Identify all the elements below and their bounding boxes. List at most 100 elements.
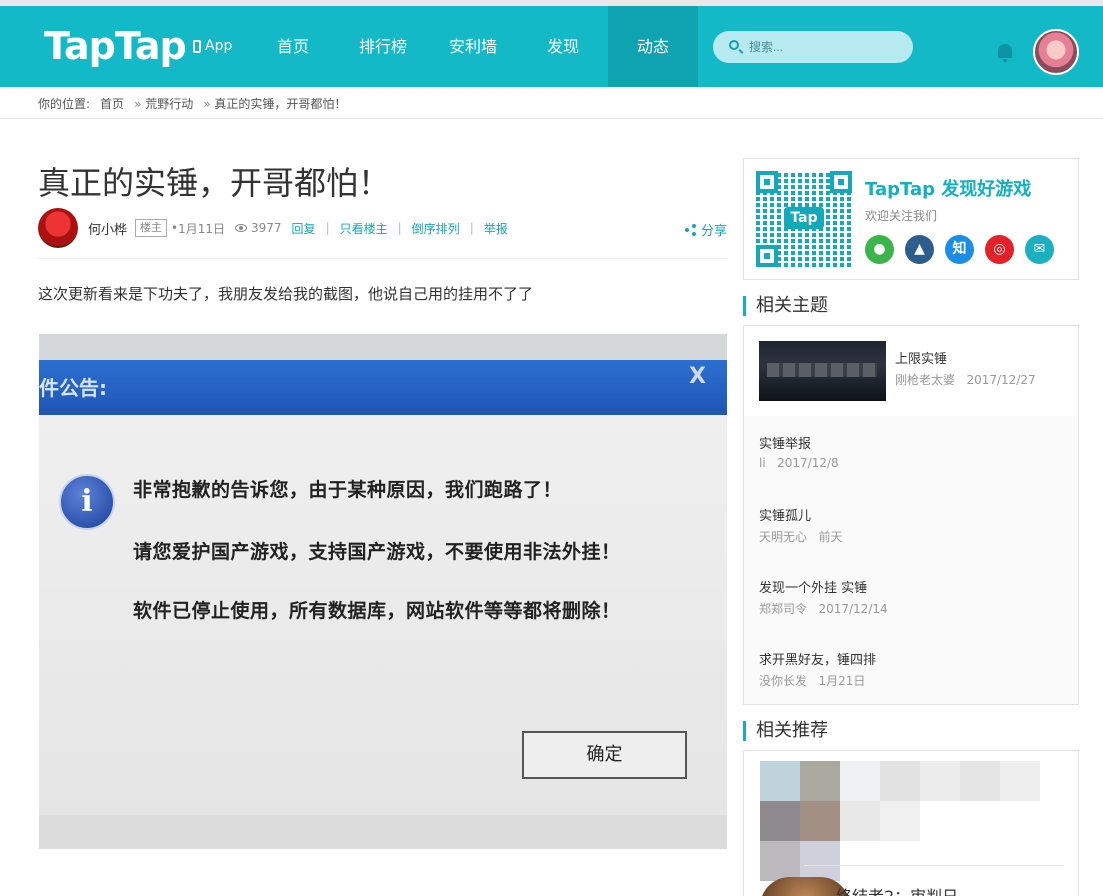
top-header: TapTap App 首页 排行榜 安利墙 发现 动态 (0, 0, 1103, 87)
topic-author[interactable]: 刚枪老太婆 (895, 373, 955, 387)
search-input[interactable] (749, 31, 899, 63)
blurred-thumbnail (760, 801, 800, 841)
mail-icon[interactable]: ✉ (1025, 235, 1054, 264)
image-window-top (39, 334, 727, 360)
image-dialog-titlebar (39, 360, 727, 415)
divider: | (325, 221, 330, 235)
promo-title: TapTap 发现好游戏 (865, 179, 1032, 200)
wechat-icon[interactable]: ● (865, 235, 894, 264)
topic-title[interactable]: 实锤举报 (759, 433, 811, 452)
divider (0, 118, 1103, 119)
breadcrumb-current: 真正的实锤，开哥都怕！ (214, 97, 347, 111)
user-avatar[interactable] (1033, 29, 1079, 75)
search-box[interactable] (713, 31, 913, 63)
info-icon: i (59, 474, 115, 530)
author-avatar[interactable] (38, 208, 78, 248)
divider (804, 865, 1064, 866)
blurred-thumbnail (840, 761, 880, 801)
eye-icon (235, 224, 247, 232)
author-name[interactable]: 何小桦 (88, 219, 127, 238)
recommend-title[interactable]: 终结者2：审判日 (836, 883, 958, 896)
breadcrumb-separator: » (134, 97, 142, 111)
app-label: App (205, 38, 233, 54)
topic-meta: 刚枪老太婆 2017/12/27 (895, 371, 1036, 388)
related-topics-heading: 相关主题 (743, 296, 828, 316)
notification-bell-icon[interactable] (996, 44, 1014, 62)
list-item[interactable]: 上限实锤 刚枪老太婆 2017/12/27 (744, 326, 1078, 416)
topic-meta: li 2017/12/8 (759, 456, 839, 470)
topic-author[interactable]: 天明无心 (759, 530, 807, 544)
weibo-icon[interactable]: ◎ (985, 235, 1014, 264)
topic-date: 前天 (818, 530, 843, 544)
nav-feed[interactable]: 动态 (608, 6, 698, 87)
share-button[interactable]: 分享 (684, 220, 727, 239)
divider (38, 258, 727, 259)
topic-date: 2017/12/14 (818, 602, 888, 616)
report-link[interactable]: 举报 (484, 220, 508, 237)
post-image[interactable]: 件公告: X i 非常抱歉的告诉您，由于某种原因，我们跑路了！ 请您爱护国产游戏… (39, 334, 727, 849)
nav-ranking[interactable]: 排行榜 (338, 6, 428, 87)
image-dialog-title: 件公告: (39, 376, 107, 400)
blurred-thumbnail (840, 801, 880, 841)
breadcrumb: 你的位置: 首页 » 荒野行动 » 真正的实锤，开哥都怕！ (38, 95, 346, 112)
post-body: 这次更新看来是下功夫了，我朋友发给我的截图，他说自己用的挂用不了了 (38, 285, 534, 303)
topic-author[interactable]: li (759, 456, 766, 470)
follow-promo: Tap TapTap 发现好游戏 欢迎关注我们 ● ▲ 知 ◎ ✉ (743, 158, 1079, 280)
blurred-thumbnail (920, 761, 960, 801)
topic-meta: 郑郑司令 2017/12/14 (759, 600, 888, 617)
qq-icon[interactable]: ▲ (905, 235, 934, 264)
close-icon: X (689, 364, 706, 389)
taptap-logo[interactable]: TapTap (44, 24, 187, 68)
nav-home[interactable]: 首页 (248, 6, 338, 87)
image-dialog-line: 非常抱歉的告诉您，由于某种原因，我们跑路了！ (133, 479, 563, 501)
topic-date: 2017/12/27 (966, 373, 1036, 387)
topic-author[interactable]: 郑郑司令 (759, 602, 807, 616)
qr-code: Tap (756, 171, 852, 267)
related-topics-list: 上限实锤 刚枪老太婆 2017/12/27 实锤举报 li 2017/12/8 … (743, 325, 1079, 705)
blurred-thumbnail (800, 761, 840, 801)
image-ok-button: 确定 (522, 731, 687, 779)
breadcrumb-home[interactable]: 首页 (100, 95, 124, 112)
promo-subtitle: 欢迎关注我们 (865, 209, 938, 223)
blurred-thumbnail (880, 801, 920, 841)
topic-meta: 没你长发 1月21日 (759, 672, 865, 689)
divider: | (469, 221, 474, 235)
topic-title[interactable]: 上限实锤 (895, 348, 947, 367)
share-icon (684, 223, 697, 236)
topic-date: 2017/12/8 (777, 456, 839, 470)
image-dialog-line: 软件已停止使用，所有数据库，网站软件等等都将删除！ (133, 600, 621, 622)
only-author-link[interactable]: 只看楼主 (340, 220, 388, 237)
share-label: 分享 (700, 224, 727, 239)
divider: | (397, 221, 402, 235)
blurred-thumbnail (800, 801, 840, 841)
blurred-thumbnail (880, 761, 920, 801)
breadcrumb-game[interactable]: 荒野行动 (145, 97, 193, 111)
blurred-thumbnail (960, 761, 1000, 801)
nav-recommend-wall[interactable]: 安利墙 (428, 6, 518, 87)
app-download-link[interactable]: App (193, 38, 232, 54)
reverse-order-link[interactable]: 倒序排列 (412, 220, 460, 237)
phone-icon (193, 39, 201, 53)
breadcrumb-prefix: 你的位置: (38, 97, 91, 111)
topic-thumbnail[interactable] (759, 341, 886, 401)
blurred-thumbnail (760, 761, 800, 801)
topic-author[interactable]: 没你长发 (759, 674, 807, 688)
topic-title[interactable]: 求开黑好友，锤四排 (759, 649, 876, 668)
view-count: 3977 (251, 221, 282, 235)
post-date: 1月11日 (178, 221, 225, 236)
topic-date: 1月21日 (818, 674, 866, 688)
reply-link[interactable]: 回复 (292, 220, 316, 237)
related-recommend-list: 终结者2：审判日 (743, 750, 1079, 896)
blurred-thumbnail (800, 841, 840, 881)
social-links: ● ▲ 知 ◎ ✉ (865, 235, 1054, 264)
image-dialog-line: 请您爱护国产游戏，支持国产游戏，不要使用非法外挂！ (133, 541, 621, 563)
zhihu-icon[interactable]: 知 (945, 235, 974, 264)
related-recommend-heading: 相关推荐 (743, 721, 828, 741)
qr-label: Tap (784, 207, 824, 229)
topic-title[interactable]: 实锤孤儿 (759, 505, 811, 524)
topic-meta: 天明无心 前天 (759, 528, 842, 545)
blurred-thumbnail (1000, 761, 1040, 801)
nav-discover[interactable]: 发现 (518, 6, 608, 87)
author-badge: 楼主 (135, 219, 168, 237)
topic-title[interactable]: 发现一个外挂 实锤 (759, 577, 867, 596)
